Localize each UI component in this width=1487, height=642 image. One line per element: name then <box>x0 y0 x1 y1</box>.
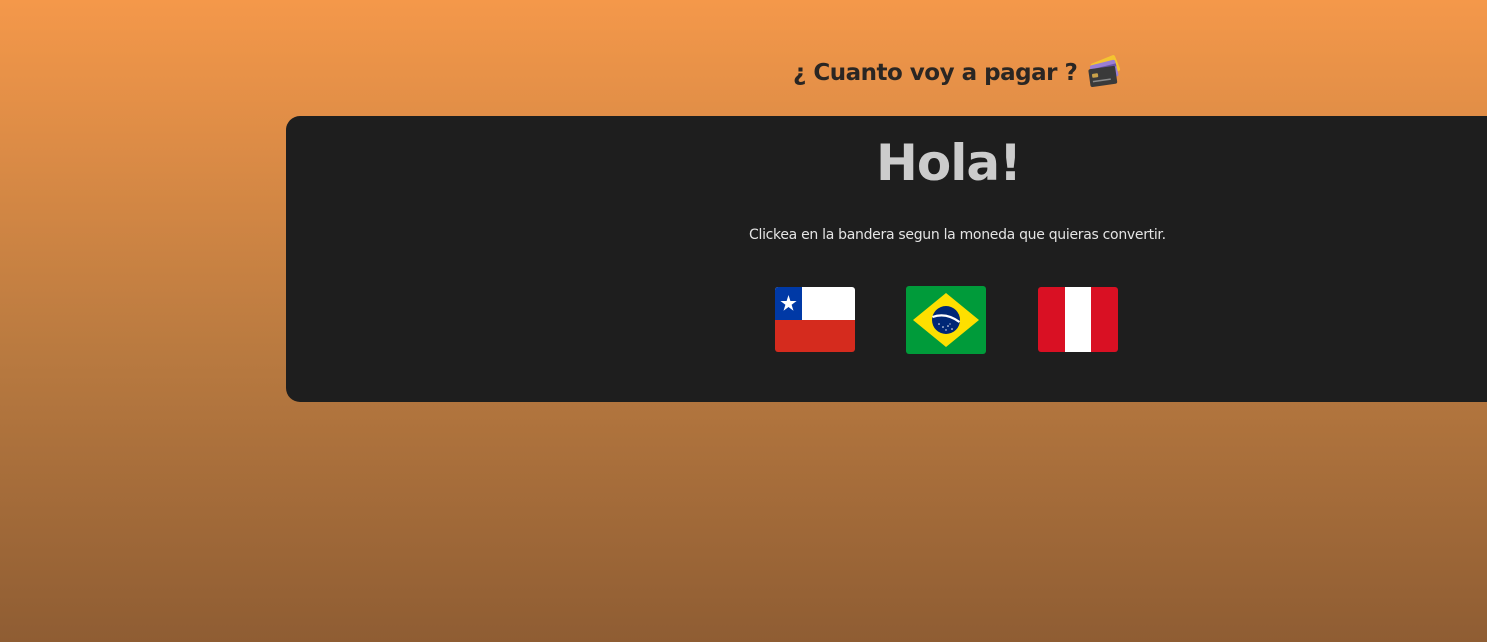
greeting-heading: Hola! <box>0 134 1487 192</box>
page-title: ¿ Cuanto voy a pagar ? <box>793 60 1078 86</box>
flag-brazil-icon <box>906 286 986 354</box>
credit-card-icon <box>1085 53 1127 95</box>
page-header: ¿ Cuanto voy a pagar ? <box>793 50 1127 96</box>
flag-chile-icon <box>775 287 855 352</box>
chile-flag-button[interactable] <box>775 287 855 352</box>
greeting-text: Hola! <box>876 134 1022 192</box>
flag-peru-icon <box>1038 287 1118 352</box>
instruction-text: Clickea en la bandera segun la moneda qu… <box>749 227 1166 243</box>
peru-flag-button[interactable] <box>1038 287 1118 352</box>
brazil-flag-button[interactable] <box>906 286 986 354</box>
